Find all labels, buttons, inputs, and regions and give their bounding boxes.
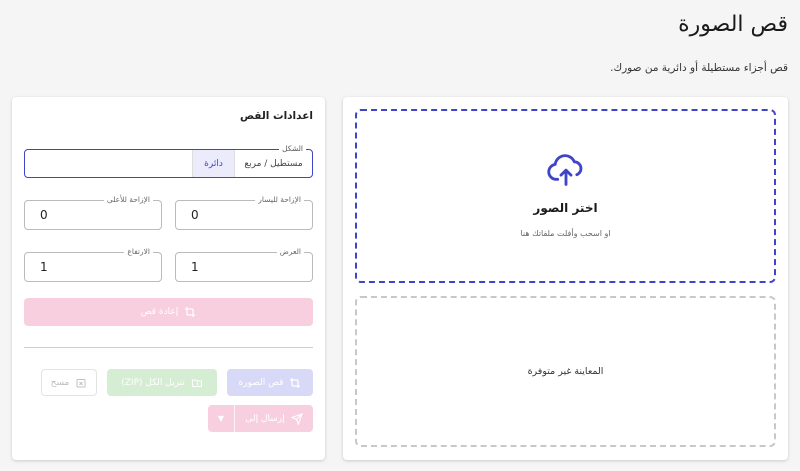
shape-group-empty-area bbox=[25, 150, 192, 177]
recrop-label: إعادة قص bbox=[140, 307, 179, 317]
send-dropdown-arrow[interactable]: ▼ bbox=[208, 405, 234, 432]
page-description: قص أجزاء مستطيلة أو دائرية من صورك. bbox=[610, 62, 788, 74]
clear-label: مسح bbox=[50, 377, 70, 388]
top-offset-label: الإزاحة للأعلى bbox=[103, 194, 153, 206]
top-offset-field: الإزاحة للأعلى bbox=[24, 194, 162, 230]
send-icon bbox=[290, 412, 303, 425]
recrop-button[interactable]: إعادة قص bbox=[24, 298, 313, 326]
download-zip-label: تنزيل الكل (ZIP) bbox=[121, 377, 185, 388]
send-to-button[interactable]: إرسال إلى ▼ bbox=[208, 405, 313, 432]
crop-icon bbox=[185, 307, 196, 317]
crop-icon bbox=[290, 377, 301, 388]
cloud-upload-icon bbox=[546, 154, 582, 186]
shape-label: الشكل bbox=[279, 143, 306, 155]
left-offset-label: الإزاحة لليسار bbox=[255, 194, 304, 206]
page-title: قص الصورة bbox=[678, 12, 788, 37]
drag-drop-hint: او اسحب وأفلت ملفاتك هنا bbox=[520, 229, 611, 238]
image-dropzone[interactable]: اختر الصور او اسحب وأفلت ملفاتك هنا bbox=[355, 109, 776, 283]
clear-button[interactable]: مسح bbox=[41, 369, 97, 396]
settings-title: اعدادات القص bbox=[239, 110, 313, 122]
download-zip-button[interactable]: تنزيل الكل (ZIP) bbox=[107, 369, 217, 396]
height-label: الارتفاع bbox=[124, 246, 153, 258]
send-to-main[interactable]: إرسال إلى bbox=[235, 405, 313, 432]
width-label: العرض bbox=[276, 246, 304, 258]
clear-icon bbox=[76, 378, 86, 387]
crop-image-label: قص الصورة bbox=[238, 377, 284, 388]
send-split-divider bbox=[234, 405, 235, 432]
crop-settings-panel: اعدادات القص الشكل مستطيل / مربع دائرة ا… bbox=[12, 97, 325, 460]
preview-area: المعاينة غير متوفرة bbox=[355, 296, 776, 447]
crop-image-button[interactable]: قص الصورة bbox=[227, 369, 313, 396]
width-field: العرض bbox=[175, 246, 313, 282]
left-offset-field: الإزاحة لليسار bbox=[175, 194, 313, 230]
divider bbox=[24, 347, 313, 348]
upload-panel: اختر الصور او اسحب وأفلت ملفاتك هنا المع… bbox=[343, 97, 788, 460]
folder-zip-icon bbox=[191, 378, 202, 387]
shape-toggle-group: الشكل مستطيل / مربع دائرة bbox=[24, 143, 313, 178]
choose-images-title: اختر الصور bbox=[533, 201, 598, 215]
shape-option-circle[interactable]: دائرة bbox=[192, 150, 234, 177]
height-field: الارتفاع bbox=[24, 246, 162, 282]
preview-empty-text: المعاينة غير متوفرة bbox=[527, 366, 604, 377]
send-to-label: إرسال إلى bbox=[245, 413, 285, 424]
caret-down-icon: ▼ bbox=[217, 414, 225, 423]
